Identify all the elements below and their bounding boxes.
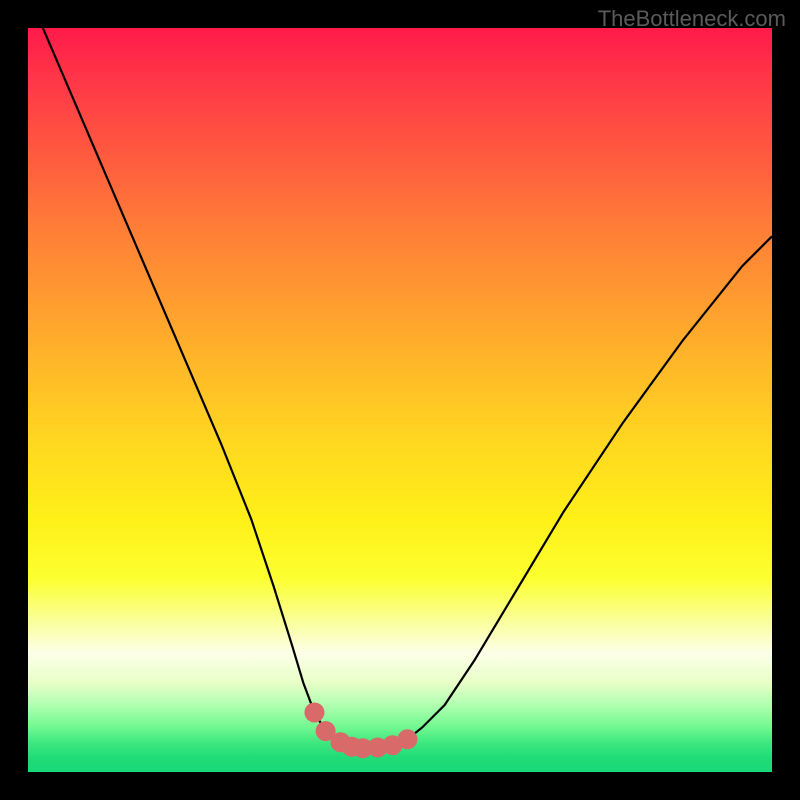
chart-svg	[28, 28, 772, 772]
bottleneck-chart	[28, 28, 772, 772]
low-region-marker	[304, 702, 324, 722]
watermark-text: TheBottleneck.com	[598, 6, 786, 32]
low-region-marker	[397, 729, 417, 749]
bottleneck-curve	[43, 28, 772, 748]
low-region-markers	[304, 702, 417, 758]
